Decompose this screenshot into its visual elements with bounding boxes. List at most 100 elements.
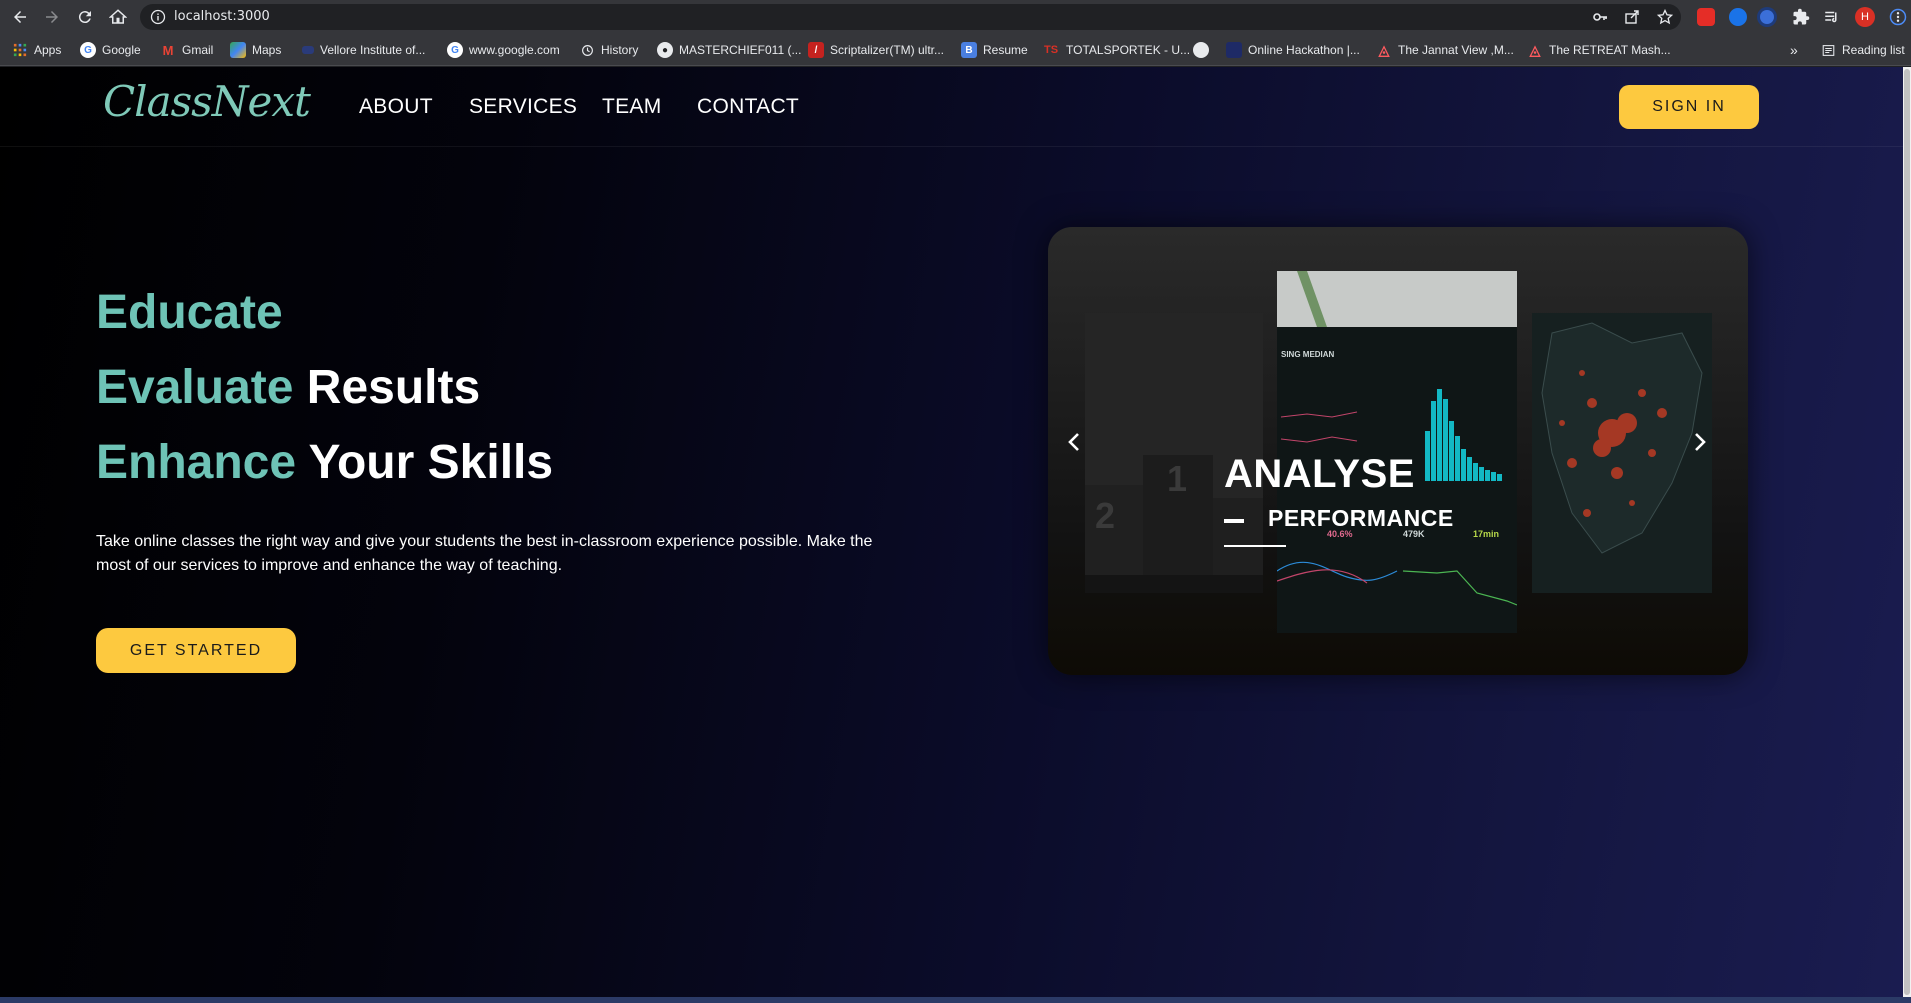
headline-line-2: Evaluate Results — [96, 360, 480, 416]
headline-line-3: Enhance Your Skills — [96, 435, 553, 491]
arrow-right-icon — [46, 11, 58, 23]
reading-list-button[interactable]: Reading list — [1820, 41, 1905, 59]
hackathon-icon — [1226, 42, 1242, 58]
headline-accent: Educate — [96, 286, 283, 339]
nav-contact[interactable]: CONTACT — [697, 95, 799, 119]
get-started-button[interactable]: GET STARTED — [96, 628, 296, 673]
address-bar[interactable]: localhost:3000 — [140, 4, 1681, 30]
google-icon: G — [80, 42, 96, 58]
svg-text:2: 2 — [1095, 495, 1115, 536]
page-viewport: ClassNext ABOUT SERVICES TEAM CONTACT SI… — [0, 67, 1903, 997]
info-icon[interactable] — [150, 9, 166, 25]
scrollbar-thumb[interactable] — [1904, 69, 1910, 995]
bookmark-totalsportek[interactable]: TS TOTALSPORTEK - U... — [1042, 41, 1190, 59]
reading-list-icon — [1820, 42, 1836, 58]
extension-blue-icon[interactable] — [1729, 8, 1747, 26]
apps-grid-icon — [12, 42, 28, 58]
bookmark-label: History — [601, 43, 639, 57]
ts-icon: TS — [1043, 44, 1059, 56]
bookmark-label: The RETREAT Mash... — [1549, 43, 1671, 57]
carousel-next-button[interactable] — [1684, 427, 1714, 457]
globe-icon — [1193, 42, 1209, 58]
carousel-prev-button[interactable] — [1060, 427, 1090, 457]
hero-description: Take online classes the right way and gi… — [96, 533, 873, 574]
nav-services[interactable]: SERVICES — [469, 95, 577, 119]
bookmark-resume[interactable]: B Resume — [961, 41, 1028, 59]
chevron-left-icon — [1068, 433, 1079, 451]
media-queue-icon[interactable] — [1823, 8, 1841, 26]
maps-icon — [230, 42, 246, 58]
bookmark-label: www.google.com — [469, 43, 560, 57]
bookmark-gmail[interactable]: M Gmail — [160, 41, 214, 59]
reload-icon — [78, 11, 91, 24]
share-icon[interactable] — [1624, 9, 1640, 25]
extensions-puzzle-icon[interactable] — [1792, 8, 1810, 26]
bookmark-google[interactable]: G Google — [80, 41, 141, 59]
bookmark-label: Resume — [983, 43, 1028, 57]
profile-avatar[interactable]: H — [1855, 7, 1875, 27]
extension-dot-icon[interactable] — [1760, 10, 1774, 24]
headline-text: Your Skills — [308, 436, 554, 489]
dashboard-header: SING MEDIAN — [1281, 350, 1335, 359]
google-icon: G — [447, 42, 463, 58]
bookmark-history[interactable]: History — [579, 41, 638, 59]
url-text[interactable]: localhost:3000 — [174, 9, 270, 25]
bookmark-globe[interactable] — [1193, 41, 1215, 59]
carousel-caption-subtitle: PERFORMANCE — [1268, 505, 1454, 531]
bookmark-label: Apps — [34, 43, 62, 57]
headline-text: Results — [306, 361, 481, 414]
more-bookmarks-button[interactable]: » — [1790, 41, 1798, 59]
bookmark-maps[interactable]: Maps — [230, 41, 281, 59]
star-icon[interactable] — [1657, 9, 1673, 25]
airbnb-icon: ◬ — [1529, 41, 1541, 58]
home-icon — [109, 9, 127, 24]
bookmark-label: Google — [102, 43, 141, 57]
vit-icon — [302, 46, 314, 54]
page-scrollbar[interactable] — [1903, 67, 1911, 997]
sign-in-button[interactable]: SIGN IN — [1619, 85, 1759, 129]
gmail-icon: M — [162, 42, 174, 58]
bookmark-label: Scriptalizer(TM) ultr... — [830, 43, 945, 57]
carousel-caption-title: ANALYSE — [1224, 452, 1415, 496]
bookmark-jannat-view[interactable]: ◬ The Jannat View ,M... — [1376, 41, 1514, 59]
bookmark-scriptalizer[interactable]: / Scriptalizer(TM) ultr... — [808, 41, 944, 59]
bookmark-label: Maps — [252, 43, 282, 57]
key-icon[interactable] — [1592, 9, 1608, 25]
caption-dash — [1224, 519, 1244, 523]
browser-toolbar: localhost:3000 H — [0, 0, 1911, 34]
bookmark-github[interactable]: ● MASTERCHIEF011 (... — [657, 41, 801, 59]
menu-dots-icon[interactable] — [1889, 8, 1907, 26]
site-header: ClassNext ABOUT SERVICES TEAM CONTACT SI… — [0, 67, 1903, 147]
arrow-left-icon — [14, 11, 26, 23]
bookmarks-bar: Apps G Google M Gmail Maps Vellore Insti… — [0, 34, 1911, 66]
history-icon — [579, 42, 595, 58]
bookmark-www-google[interactable]: G www.google.com — [447, 41, 560, 59]
reload-button[interactable] — [73, 5, 97, 29]
reading-list-label: Reading list — [1842, 43, 1905, 57]
nav-about[interactable]: ABOUT — [359, 95, 433, 119]
bookmark-label: The Jannat View ,M... — [1398, 43, 1514, 57]
bookmark-label: Gmail — [182, 43, 214, 57]
scriptalizer-icon: / — [808, 42, 824, 58]
site-logo[interactable]: ClassNext — [103, 77, 311, 126]
bookmark-label: MASTERCHIEF011 (... — [679, 43, 802, 57]
extension-red-icon[interactable] — [1697, 8, 1715, 26]
home-button[interactable] — [106, 5, 130, 29]
bookmark-hackathon[interactable]: Online Hackathon |... — [1226, 41, 1360, 59]
airbnb-icon: ◬ — [1378, 41, 1390, 58]
forward-button[interactable] — [40, 5, 64, 29]
bookmark-label: TOTALSPORTEK - U... — [1066, 43, 1191, 57]
bookmark-apps[interactable]: Apps — [12, 41, 61, 59]
headline-line-1: Educate — [96, 285, 283, 341]
headline-accent: Enhance — [96, 436, 297, 489]
window-bottom-edge — [0, 997, 1911, 1003]
nav-team[interactable]: TEAM — [602, 95, 662, 119]
chevron-right-icon — [1695, 433, 1706, 451]
headline-accent: Evaluate — [96, 361, 294, 414]
bookmark-vellore[interactable]: Vellore Institute of... — [302, 41, 425, 59]
feature-carousel: 1 2 SING MEDIAN 40.6% 479K 17min ANALYSE… — [1048, 227, 1748, 675]
caption-underline — [1224, 545, 1286, 547]
back-button[interactable] — [8, 5, 32, 29]
svg-text:1: 1 — [1167, 458, 1187, 499]
bookmark-retreat[interactable]: ◬ The RETREAT Mash... — [1527, 41, 1671, 59]
